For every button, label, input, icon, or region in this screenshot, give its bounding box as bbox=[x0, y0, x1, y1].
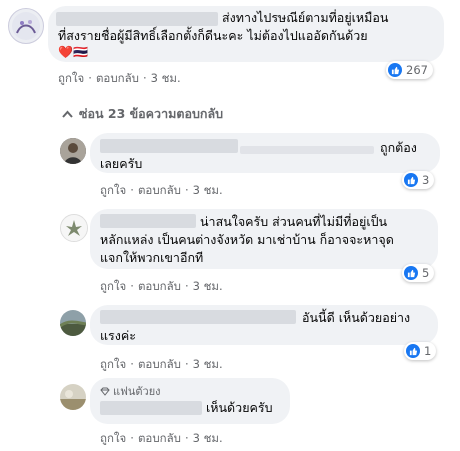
comment-text-line: เลยครับ bbox=[100, 156, 143, 171]
comment-text-line: หลักแหล่ง เป็นคนต่างจังหวัด มาเช่าบ้าน ก… bbox=[100, 232, 394, 247]
comment-text-line: แจกให้พวกเขาอีกที bbox=[100, 250, 204, 265]
reaction-count[interactable]: 5 bbox=[402, 264, 435, 282]
chevron-up-icon bbox=[62, 106, 73, 121]
badge-label: แฟนตัวยง bbox=[113, 385, 161, 398]
comment-emoji: ❤️🇹🇭 bbox=[58, 45, 88, 59]
author-name-redacted[interactable] bbox=[56, 12, 218, 26]
comment-text-line: เห็นด้วยครับ bbox=[206, 400, 273, 415]
avatar[interactable] bbox=[8, 8, 44, 44]
like-reaction-icon bbox=[404, 266, 418, 280]
comment-text-line: ส่งทางไปรษณีย์ตามที่อยู่เหมือน bbox=[222, 10, 389, 25]
reaction-count-number: 3 bbox=[422, 173, 430, 187]
reply-button[interactable]: ตอบกลับ bbox=[138, 183, 181, 197]
timestamp[interactable]: 3 ชม. bbox=[193, 357, 223, 371]
like-button[interactable]: ถูกใจ bbox=[100, 183, 126, 197]
comment-text-line: ถูกต้อง bbox=[380, 140, 417, 155]
comment-text-line: น่าสนใจครับ ส่วนคนที่ไม่มีที่อยู่เป็น bbox=[200, 214, 388, 229]
timestamp[interactable]: 3 ชม. bbox=[151, 71, 181, 85]
reply-button[interactable]: ตอบกลับ bbox=[138, 279, 181, 293]
comment-actions: ถูกใจ · ตอบกลับ · 3 ชม. bbox=[100, 357, 223, 371]
like-reaction-icon bbox=[388, 63, 402, 77]
comment-text-line: อันนี้ดี เห็นด้วยอย่าง bbox=[302, 310, 411, 325]
timestamp[interactable]: 3 ชม. bbox=[193, 183, 223, 197]
author-name-redacted[interactable] bbox=[100, 214, 196, 228]
author-name-redacted[interactable] bbox=[100, 401, 202, 415]
author-name-redacted[interactable] bbox=[100, 310, 296, 324]
reaction-count[interactable]: 3 bbox=[402, 171, 435, 189]
avatar[interactable] bbox=[60, 214, 88, 242]
top-fan-badge: แฟนตัวยง bbox=[100, 382, 161, 400]
comment-actions: ถูกใจ · ตอบกลับ · 3 ชม. bbox=[100, 183, 223, 197]
like-button[interactable]: ถูกใจ bbox=[100, 431, 126, 445]
hide-replies-label: ซ่อน 23 ข้อความตอบกลับ bbox=[79, 106, 224, 121]
avatar[interactable] bbox=[60, 310, 86, 336]
avatar[interactable] bbox=[60, 384, 86, 410]
like-reaction-icon bbox=[404, 173, 418, 187]
like-button[interactable]: ถูกใจ bbox=[100, 357, 126, 371]
reaction-count[interactable]: 1 bbox=[404, 342, 437, 360]
comment-text-line: ที่สงรายชื่อผู้มีสิทธิ์เลือกตั้งก็ดีนะคะ… bbox=[58, 28, 368, 43]
avatar[interactable] bbox=[60, 138, 86, 164]
like-button[interactable]: ถูกใจ bbox=[58, 71, 84, 85]
like-button[interactable]: ถูกใจ bbox=[100, 279, 126, 293]
comment-text-line: แรงค่ะ bbox=[100, 328, 136, 343]
author-name-redacted bbox=[240, 146, 374, 154]
reply-button[interactable]: ตอบกลับ bbox=[138, 357, 181, 371]
reply-button[interactable]: ตอบกลับ bbox=[96, 71, 139, 85]
diamond-icon bbox=[100, 386, 110, 399]
comment-actions: ถูกใจ · ตอบกลับ · 3 ชม. bbox=[100, 431, 223, 445]
comment-actions: ถูกใจ · ตอบกลับ · 3 ชม. bbox=[58, 71, 181, 85]
reaction-count-number: 267 bbox=[406, 63, 428, 77]
reaction-count-number: 5 bbox=[422, 266, 430, 280]
reaction-count[interactable]: 267 bbox=[386, 61, 433, 79]
like-reaction-icon bbox=[406, 344, 420, 358]
comment-actions: ถูกใจ · ตอบกลับ · 3 ชม. bbox=[100, 279, 223, 293]
hide-replies-link[interactable]: ซ่อน 23 ข้อความตอบกลับ bbox=[62, 104, 223, 124]
timestamp[interactable]: 3 ชม. bbox=[193, 279, 223, 293]
reaction-count-number: 1 bbox=[424, 344, 432, 358]
reply-button[interactable]: ตอบกลับ bbox=[138, 431, 181, 445]
author-name-redacted[interactable] bbox=[100, 139, 238, 153]
timestamp[interactable]: 3 ชม. bbox=[193, 431, 223, 445]
